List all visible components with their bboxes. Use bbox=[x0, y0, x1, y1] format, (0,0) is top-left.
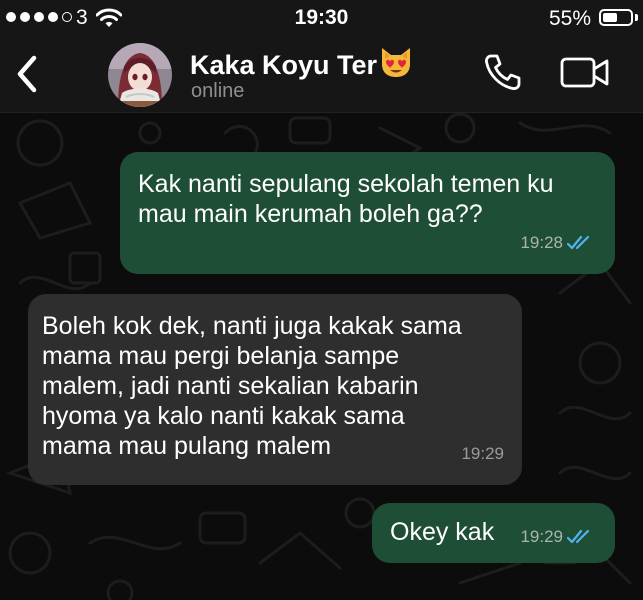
battery-level-fill bbox=[603, 13, 617, 22]
message-time: 19:28 bbox=[520, 233, 563, 252]
incoming-message[interactable]: Boleh kok dek, nanti juga kakak sama mam… bbox=[28, 294, 522, 485]
message-meta: 19:28 bbox=[520, 228, 593, 258]
status-time: 19:30 bbox=[294, 6, 349, 29]
double-check-read-icon bbox=[567, 235, 590, 250]
double-check-read-icon bbox=[567, 529, 590, 544]
message-meta: 19:29 bbox=[461, 439, 504, 469]
battery-icon bbox=[599, 9, 633, 26]
contact-name-text: Kaka Koyu Ter bbox=[190, 50, 378, 80]
message-text: Kak nanti sepulang sekolah temen ku mau … bbox=[138, 170, 554, 228]
video-call-icon[interactable] bbox=[560, 56, 610, 90]
message-time: 19:29 bbox=[520, 527, 563, 546]
battery-percentage: 55% bbox=[548, 7, 591, 30]
message-meta: 19:29 bbox=[520, 522, 593, 552]
chat-area[interactable]: Kak nanti sepulang sekolah temen ku mau … bbox=[0, 113, 643, 600]
outgoing-message[interactable]: Okey kak 19:29 bbox=[372, 503, 615, 563]
status-bar: 3 19:30 55% bbox=[0, 0, 643, 36]
contact-avatar[interactable] bbox=[108, 43, 172, 107]
message-time: 19:29 bbox=[461, 444, 504, 463]
heart-eyes-cat-emoji bbox=[382, 48, 411, 77]
contact-name[interactable]: Kaka Koyu Ter bbox=[190, 46, 413, 81]
back-arrow-icon[interactable] bbox=[12, 54, 42, 94]
outgoing-message[interactable]: Kak nanti sepulang sekolah temen ku mau … bbox=[120, 152, 615, 274]
chat-header: Kaka Koyu Ter online bbox=[0, 36, 643, 113]
battery-nub bbox=[635, 14, 638, 21]
message-text: Boleh kok dek, nanti juga kakak sama mam… bbox=[42, 312, 462, 460]
presence-status: online bbox=[191, 80, 245, 102]
phone-call-icon[interactable] bbox=[482, 52, 522, 92]
